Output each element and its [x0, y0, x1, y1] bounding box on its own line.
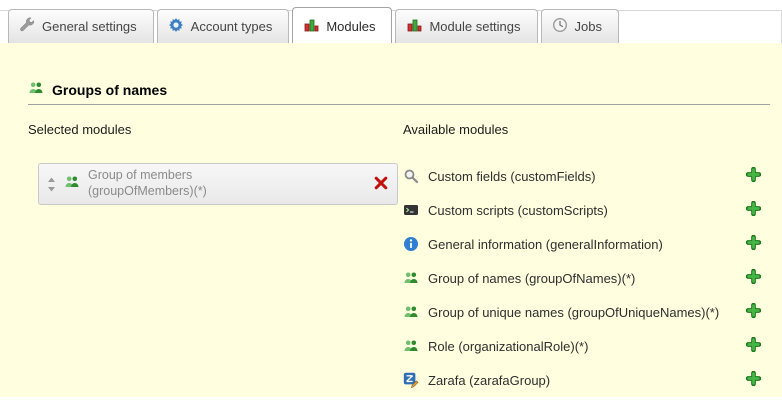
tab-jobs[interactable]: Jobs: [541, 9, 619, 44]
selected-modules-heading: Selected modules: [28, 122, 400, 137]
magnifier-icon: [403, 168, 419, 184]
green-plus-icon: [746, 167, 761, 185]
selected-module-row: Group of members (groupOfMembers)(*): [38, 163, 398, 205]
page: General settings Account types Modules M…: [0, 0, 782, 403]
group-icon: [403, 338, 419, 354]
section-title: Groups of names: [28, 80, 167, 99]
wrench-icon: [19, 17, 35, 36]
group-icon: [64, 174, 80, 195]
modules-chart-icon: [406, 17, 422, 36]
available-module-label: Zarafa (zarafaGroup): [428, 373, 550, 388]
tab-general-settings[interactable]: General settings: [8, 9, 154, 44]
available-module-row: General information (generalInformation): [403, 227, 761, 261]
available-modules-column: Available modules Custom fields (customF…: [403, 122, 761, 397]
available-module-row: Group of unique names (groupOfUniqueName…: [403, 295, 761, 329]
available-module-row: Zarafa (zarafaGroup): [403, 363, 761, 397]
tab-module-settings[interactable]: Module settings: [395, 9, 537, 44]
red-cross-icon: [373, 175, 389, 194]
add-module-button[interactable]: [746, 167, 761, 185]
tab-label: Module settings: [429, 19, 520, 34]
tab-account-types[interactable]: Account types: [157, 9, 290, 44]
tab-label: General settings: [42, 19, 137, 34]
group-icon: [28, 80, 44, 99]
available-modules-list: Custom fields (customFields) Custom scri…: [403, 159, 761, 397]
available-module-row: Group of names (groupOfNames)(*): [403, 261, 761, 295]
add-module-button[interactable]: [746, 371, 761, 389]
tab-label: Jobs: [575, 19, 602, 34]
available-module-label: Group of names (groupOfNames)(*): [428, 271, 635, 286]
tab-label: Modules: [326, 19, 375, 34]
green-plus-icon: [746, 201, 761, 219]
available-module-row: Custom scripts (customScripts): [403, 193, 761, 227]
remove-module-button[interactable]: [373, 175, 389, 194]
divider: [28, 104, 770, 105]
available-module-label: Custom scripts (customScripts): [428, 203, 608, 218]
available-module-label: Group of unique names (groupOfUniqueName…: [428, 305, 719, 320]
green-plus-icon: [746, 235, 761, 253]
available-module-label: General information (generalInformation): [428, 237, 663, 252]
add-module-button[interactable]: [746, 235, 761, 253]
tab-modules[interactable]: Modules: [292, 7, 392, 44]
add-module-button[interactable]: [746, 201, 761, 219]
add-module-button[interactable]: [746, 303, 761, 321]
modules-chart-icon: [303, 17, 319, 36]
available-modules-heading: Available modules: [403, 122, 761, 137]
content-panel: Groups of names Selected modules Group o…: [0, 43, 782, 397]
available-module-label: Custom fields (customFields): [428, 169, 596, 184]
green-plus-icon: [746, 303, 761, 321]
green-plus-icon: [746, 269, 761, 287]
green-plus-icon: [746, 371, 761, 389]
tab-strip: General settings Account types Modules M…: [0, 10, 782, 44]
group-icon: [403, 304, 419, 320]
available-module-label: Role (organizationalRole)(*): [428, 339, 588, 354]
terminal-icon: [403, 202, 419, 218]
tab-list: General settings Account types Modules M…: [8, 7, 622, 44]
selected-module-label: Group of members (groupOfMembers)(*): [88, 168, 238, 199]
selected-modules-column: Selected modules Group of members (group…: [28, 122, 400, 205]
section-title-text: Groups of names: [52, 82, 167, 98]
available-module-row: Role (organizationalRole)(*): [403, 329, 761, 363]
clock-icon: [552, 17, 568, 36]
available-module-row: Custom fields (customFields): [403, 159, 761, 193]
drag-handle-icon[interactable]: [47, 177, 56, 192]
info-icon: [403, 236, 419, 252]
group-icon: [403, 270, 419, 286]
green-plus-icon: [746, 337, 761, 355]
gear-icon: [168, 17, 184, 36]
add-module-button[interactable]: [746, 337, 761, 355]
add-module-button[interactable]: [746, 269, 761, 287]
zarafa-icon: [403, 372, 419, 388]
tab-label: Account types: [191, 19, 273, 34]
